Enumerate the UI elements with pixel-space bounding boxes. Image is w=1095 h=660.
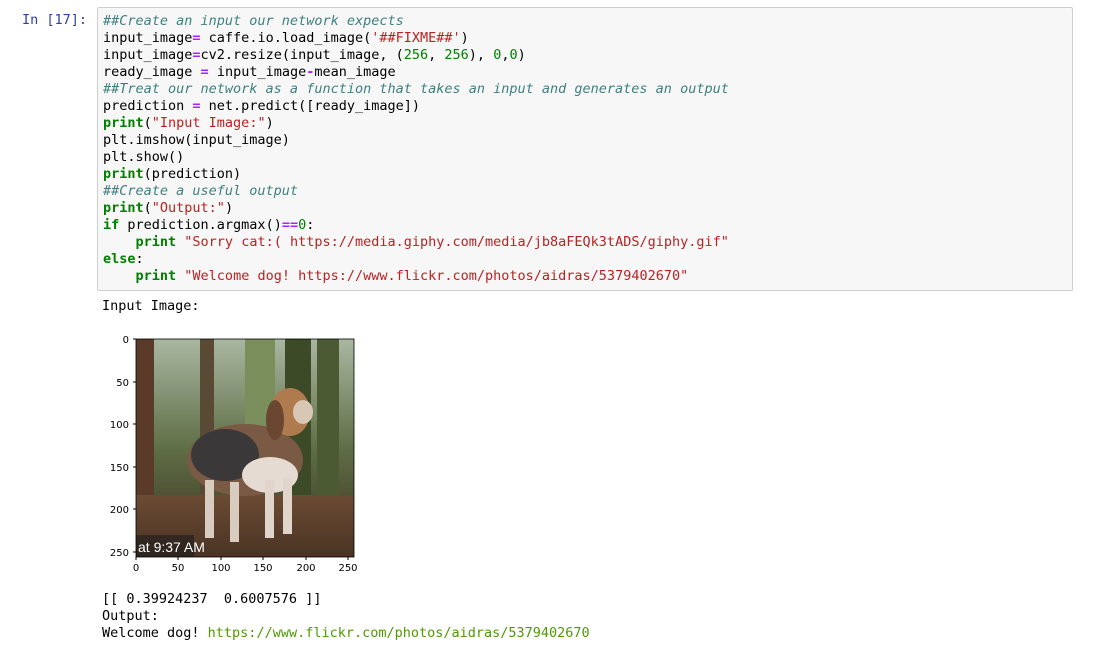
- code-line-6: prediction = net.predict([ready_image]): [103, 98, 420, 114]
- code-line-3: input_image=cv2.resize(input_image, (256…: [103, 47, 526, 63]
- code-line-10: print(prediction): [103, 166, 242, 182]
- x-tick-label: 150: [253, 563, 272, 574]
- code-line-5: ##Treat our network as a function that t…: [103, 81, 729, 97]
- image-overlay-text: at 9:37 AM: [138, 539, 205, 555]
- code-editor[interactable]: ##Create an input our network expects in…: [103, 13, 729, 285]
- y-tick-label: 150: [110, 463, 129, 474]
- code-line-15: else:: [103, 251, 144, 267]
- y-axis: 0 50 100 150 200 250: [110, 335, 136, 559]
- welcome-text: Welcome dog!: [102, 625, 208, 641]
- dog-photo: at 9:37 AM: [136, 339, 354, 557]
- code-line-16: print "Welcome dog! https://www.flickr.c…: [135, 268, 689, 284]
- output-label: Output:: [102, 608, 159, 624]
- y-tick-label: 50: [116, 378, 129, 389]
- x-tick-label: 250: [338, 563, 357, 574]
- code-line-12: print("Output:"): [103, 200, 234, 216]
- x-tick-label: 100: [211, 563, 230, 574]
- code-line-4: ready_image = input_image-mean_image: [103, 64, 396, 80]
- output-figure: at 9:37 AM 0 50 100 150 200 250 0 50 100…: [105, 330, 365, 575]
- code-line-1: ##Create an input our network expects: [103, 13, 404, 29]
- prediction-output: [[ 0.39924237 0.6007576 ]]: [102, 591, 322, 607]
- x-axis: 0 50 100 150 200 250: [133, 557, 358, 574]
- code-line-2: input_image= caffe.io.load_image('##FIXM…: [103, 30, 469, 46]
- y-tick-label: 250: [110, 548, 129, 559]
- y-tick-label: 100: [110, 420, 129, 431]
- output-input-image-label: Input Image:: [102, 298, 200, 314]
- code-line-7: print("Input Image:"): [103, 115, 274, 131]
- x-tick-label: 50: [172, 563, 185, 574]
- code-line-8: plt.imshow(input_image): [103, 132, 290, 148]
- welcome-output-line: Welcome dog! https://www.flickr.com/phot…: [102, 625, 590, 642]
- y-tick-label: 0: [123, 335, 129, 346]
- input-prompt: In [17]:: [22, 12, 88, 28]
- y-tick-label: 200: [110, 505, 129, 516]
- code-line-13: if prediction.argmax()==0:: [103, 217, 315, 233]
- code-line-11: ##Create a useful output: [103, 183, 299, 199]
- imshow-plot: at 9:37 AM 0 50 100 150 200 250 0 50 100…: [110, 335, 358, 574]
- x-tick-label: 200: [296, 563, 315, 574]
- code-cell[interactable]: ##Create an input our network expects in…: [97, 7, 1073, 291]
- x-tick-label: 0: [133, 563, 139, 574]
- code-line-14: print "Sorry cat:( https://media.giphy.c…: [135, 234, 729, 250]
- code-line-9: plt.show(): [103, 149, 185, 165]
- welcome-link[interactable]: https://www.flickr.com/photos/aidras/537…: [208, 625, 590, 641]
